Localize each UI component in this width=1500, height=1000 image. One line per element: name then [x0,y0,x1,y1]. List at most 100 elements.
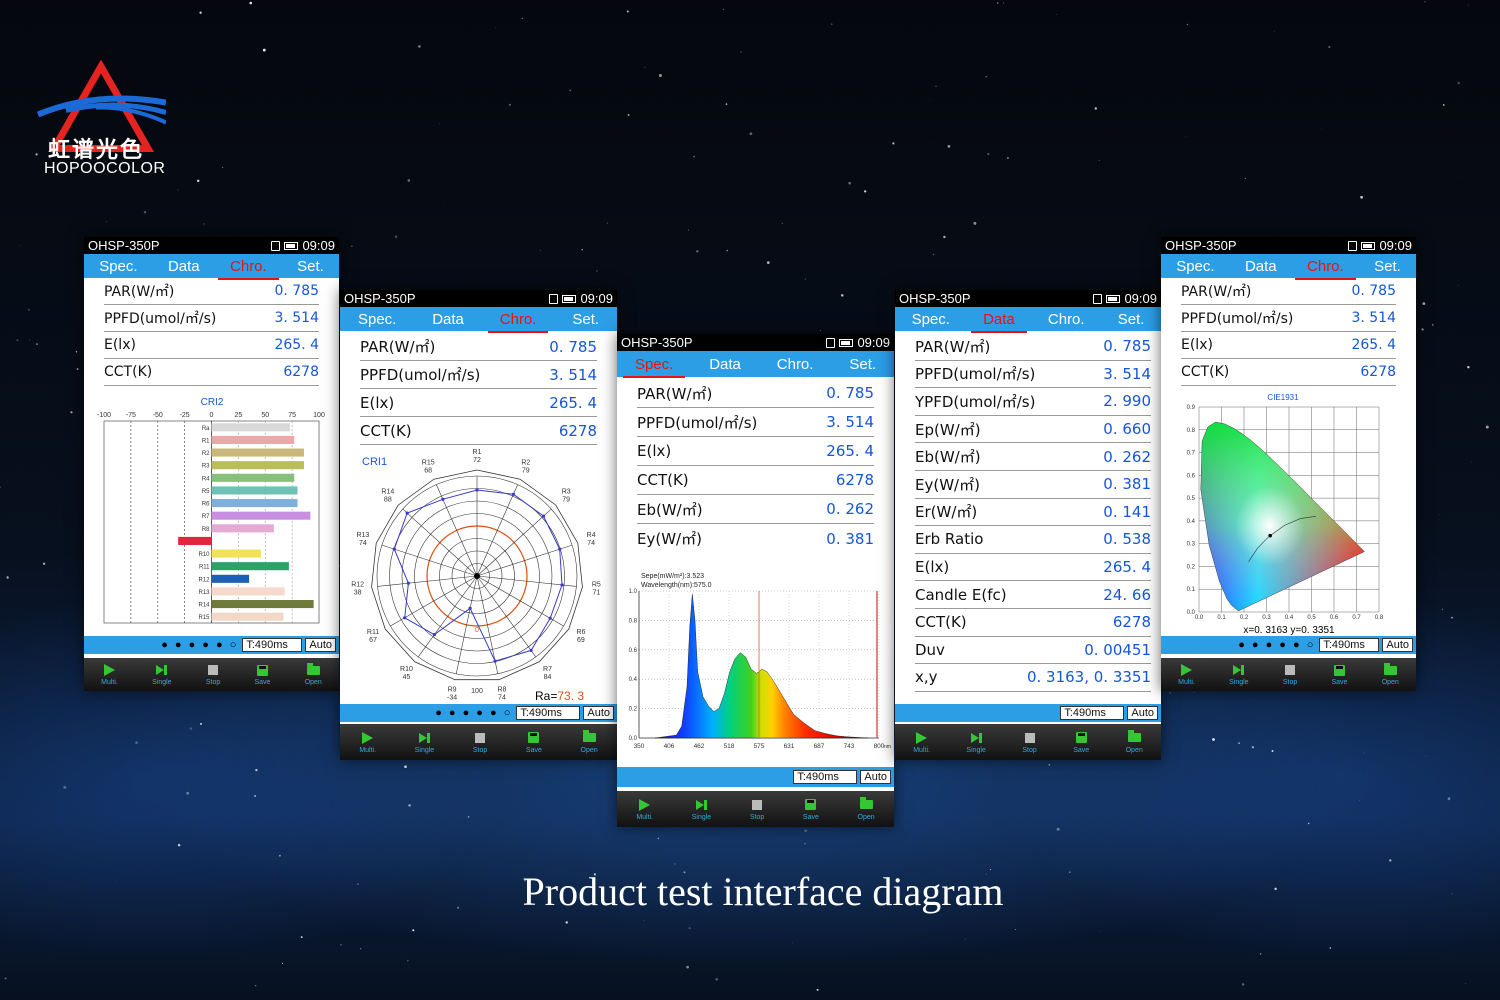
x-tick-label: 0.6 [1330,615,1339,621]
row-label: CCT(K) [637,471,689,489]
tab-chro[interactable]: Chro. [218,258,279,280]
tab-spec[interactable]: Spec. [352,311,402,328]
status-strip: ● ● ● ● ● ○ T:490ms Auto [1161,636,1416,654]
tab-set[interactable]: Set. [291,258,330,275]
measurement-list: PAR(W/㎡) 0. 785 PPFD(umol/㎡/s) 3. 514 E(lx… [84,278,339,386]
save-icon [1075,732,1087,743]
stop-button[interactable]: Stop [750,798,764,821]
sd-card-icon [549,293,559,304]
open-button[interactable]: Open [581,730,598,754]
star [804,843,806,845]
bar-R1 [211,435,295,444]
multi-button[interactable]: Multi. [359,731,376,754]
tab-chro[interactable]: Chro. [487,311,549,333]
tab-data[interactable]: Data [162,258,206,275]
row-value: 265. 4 [274,337,319,353]
tab-chro[interactable]: Chro. [1295,258,1356,280]
save-button[interactable]: Save [254,663,270,686]
mode-auto[interactable]: Auto [860,770,891,784]
multi-button[interactable]: Multi. [913,731,930,754]
multi-button[interactable]: Multi. [1178,663,1195,686]
tab-set[interactable]: Set. [1368,258,1407,275]
tab-data[interactable]: Data [971,311,1027,333]
tab-chro[interactable]: Chro. [1042,311,1091,328]
star [1447,797,1451,801]
stop-button[interactable]: Stop [1283,663,1297,686]
star [4,977,7,980]
status-bar: OHSP-350P 09:09 [895,290,1161,307]
star [781,223,783,224]
tab-spec[interactable]: Spec. [622,356,686,378]
row-cct: CCT(K) 6278 [637,466,874,495]
row-ppfd: PPFD(umol/㎡/s) 3. 514 [104,305,319,332]
star [947,145,951,148]
stop-icon [1285,665,1296,675]
button-label: Open [304,679,322,686]
save-button[interactable]: Save [803,798,819,821]
open-button[interactable]: Open [1382,662,1399,686]
stop-button[interactable]: Stop [1022,731,1037,754]
save-button[interactable]: Save [1331,663,1347,686]
tab-set[interactable]: Set. [566,311,605,328]
x-tick-label: -25 [180,412,190,419]
mode-auto[interactable]: Auto [583,706,614,720]
star [715,977,719,981]
row-label: Eb(W/㎡) [637,500,703,519]
tab-data[interactable]: Data [426,311,470,328]
mode-auto[interactable]: Auto [1382,638,1413,652]
device-model: OHSP-350P [899,291,971,306]
tab-set[interactable]: Set. [843,356,882,373]
open-button[interactable]: Open [1126,730,1143,754]
row-value: 0. 381 [826,529,874,548]
tab-spec[interactable]: Spec. [906,311,956,328]
save-icon [805,799,817,810]
value-label: 69 [577,637,585,644]
tab-spec[interactable]: Spec. [1170,258,1220,275]
point-R4 [558,547,562,551]
tab-set[interactable]: Set. [1112,311,1151,328]
star [1056,827,1060,831]
star [1259,953,1262,955]
tab-data[interactable]: Data [703,356,747,373]
point-R10 [432,633,436,637]
tab-spec[interactable]: Spec. [93,258,143,275]
row-label: x,y [915,668,938,687]
y-tick-label: 0.0 [629,736,638,742]
row-value: 0. 785 [549,337,597,356]
control-bar: Multi. Single Stop Save Open [617,791,894,827]
row-value: 0. 381 [1103,475,1151,494]
category-label: R10 [400,666,413,673]
single-button[interactable]: Single [692,798,711,821]
save-button[interactable]: Save [526,731,542,754]
row-value: 6278 [283,364,319,380]
button-label: Multi. [101,679,118,686]
sd-card-icon [826,337,836,348]
star [1359,800,1360,802]
mode-auto[interactable]: Auto [1127,706,1158,720]
single-button[interactable]: Single [966,731,986,754]
save-button[interactable]: Save [1073,731,1089,754]
tab-chro[interactable]: Chro. [771,356,820,373]
star [643,920,645,922]
x-tick-label: 0.1 [1217,615,1226,621]
cri2-bar-chart: CRI2 -100 -75 -50 -25 0 25 50 75 100 Ra R1 R2 R3 R4 R5 R… [97,397,325,624]
star [70,411,73,414]
button-label: Stop [472,746,488,754]
single-button[interactable]: Single [415,731,434,754]
mode-auto[interactable]: Auto [305,638,336,652]
multi-button[interactable]: Multi. [636,798,653,821]
open-button[interactable]: Open [304,662,322,686]
open-button[interactable]: Open [858,797,875,821]
star [791,942,793,944]
chart-title: CRI2 [201,397,224,408]
row-label: YPFD(umol/㎡/s) [915,392,1036,411]
tab-data[interactable]: Data [1239,258,1283,275]
single-button[interactable]: Single [152,663,172,686]
x-tick-label: 25 [234,412,242,419]
multi-button[interactable]: Multi. [101,663,118,686]
stop-button[interactable]: Stop [206,663,220,686]
single-button[interactable]: Single [1229,663,1249,686]
play-icon [639,798,651,811]
stop-button[interactable]: Stop [473,731,487,754]
star [394,235,398,238]
